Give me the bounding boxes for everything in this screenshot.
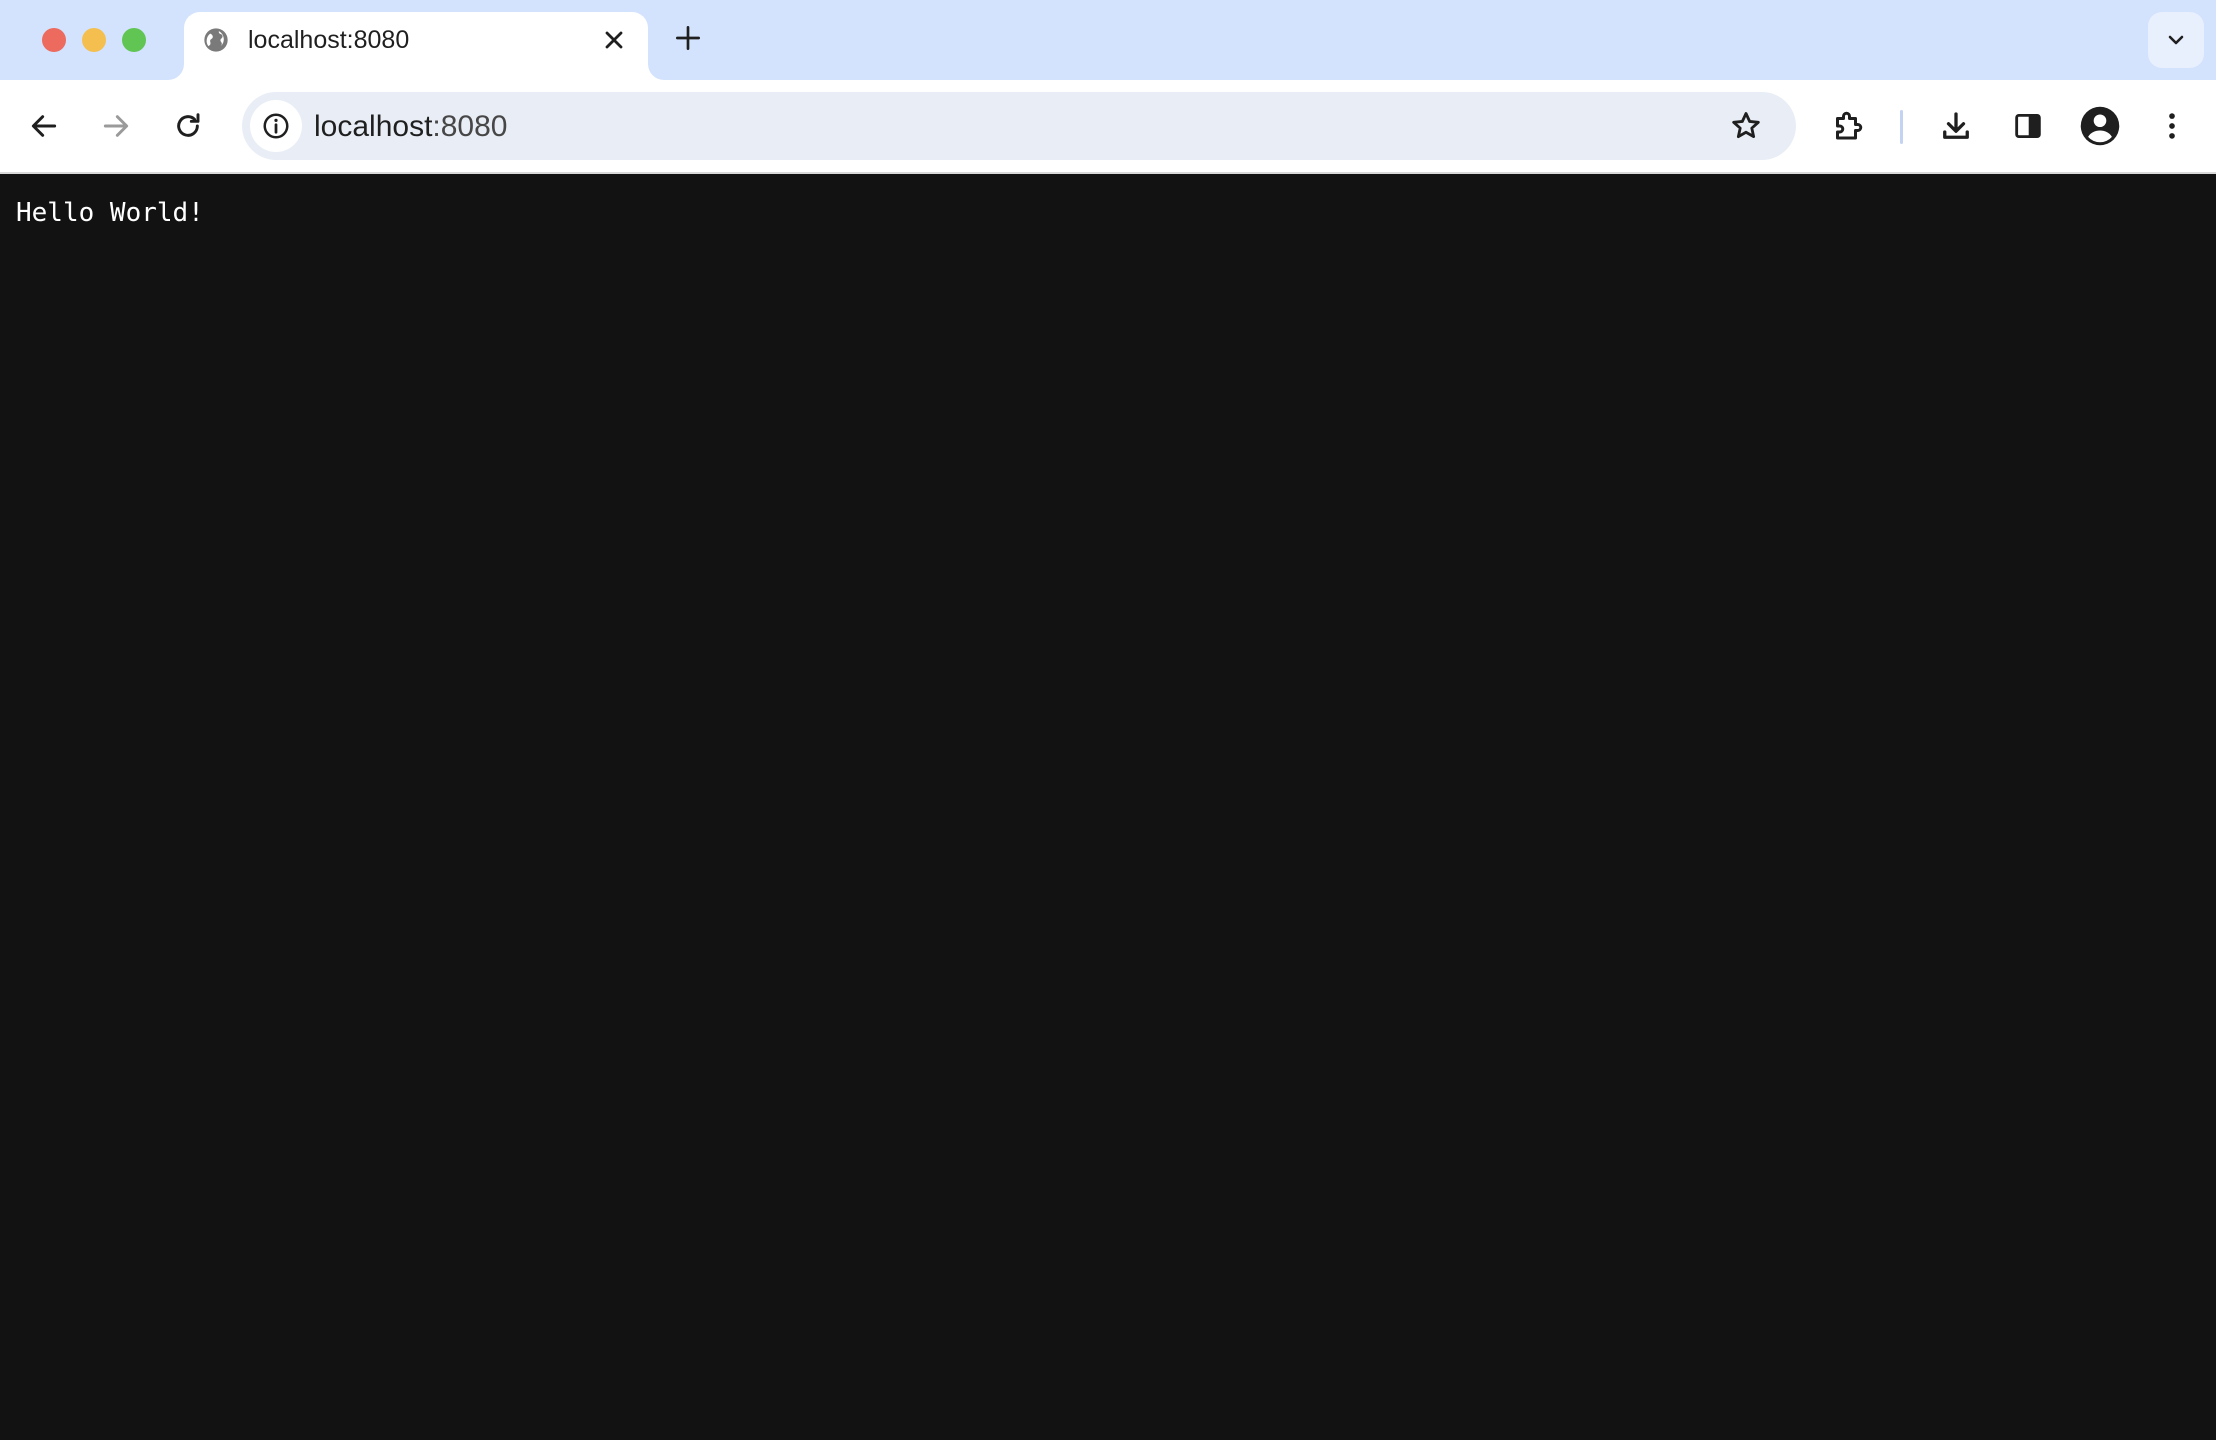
plus-icon [676, 26, 700, 50]
downloads-button[interactable] [1932, 102, 1980, 150]
url-host: localhost [314, 110, 433, 143]
browser-window: localhost:8080 localhost:8080 Hello Worl… [0, 0, 2216, 1440]
info-icon [263, 113, 289, 139]
star-icon [1732, 112, 1760, 139]
arrow-right-icon [103, 115, 129, 137]
tab-title: localhost:8080 [248, 26, 410, 54]
active-tab[interactable]: localhost:8080 [184, 12, 648, 80]
browser-toolbar: localhost:8080 [0, 80, 2216, 174]
puzzle-icon [1836, 111, 1863, 140]
close-tab-icon[interactable] [600, 26, 628, 54]
browser-menu-button[interactable] [2148, 102, 2196, 150]
bookmark-button[interactable] [1724, 104, 1768, 148]
address-bar[interactable]: localhost:8080 [242, 92, 1796, 160]
profile-button[interactable] [2076, 102, 2124, 150]
tab-strip: localhost:8080 [0, 0, 2216, 80]
toolbar-divider [1900, 110, 1903, 144]
arrow-left-icon [31, 115, 57, 137]
maximize-window-button[interactable] [122, 28, 146, 52]
site-info-button[interactable] [250, 100, 302, 152]
url-port: :8080 [432, 110, 508, 143]
new-tab-button[interactable] [672, 22, 704, 54]
extensions-button[interactable] [1824, 102, 1872, 150]
account-icon [2080, 106, 2120, 146]
globe-icon [202, 26, 230, 54]
page-viewport: Hello World! [0, 174, 2216, 1440]
side-panel-button[interactable] [2004, 102, 2052, 150]
download-icon [1943, 112, 1969, 139]
reload-icon [177, 113, 200, 137]
chevron-down-icon [2168, 35, 2184, 45]
side-panel-icon [2015, 113, 2041, 139]
more-vert-icon [2169, 113, 2175, 139]
close-window-button[interactable] [42, 28, 66, 52]
forward-button[interactable] [92, 102, 140, 150]
page-text: Hello World! [16, 198, 204, 228]
minimize-window-button[interactable] [82, 28, 106, 52]
reload-button[interactable] [164, 102, 212, 150]
back-button[interactable] [20, 102, 68, 150]
tab-search-button[interactable] [2148, 12, 2204, 68]
address-url[interactable]: localhost:8080 [314, 110, 507, 144]
